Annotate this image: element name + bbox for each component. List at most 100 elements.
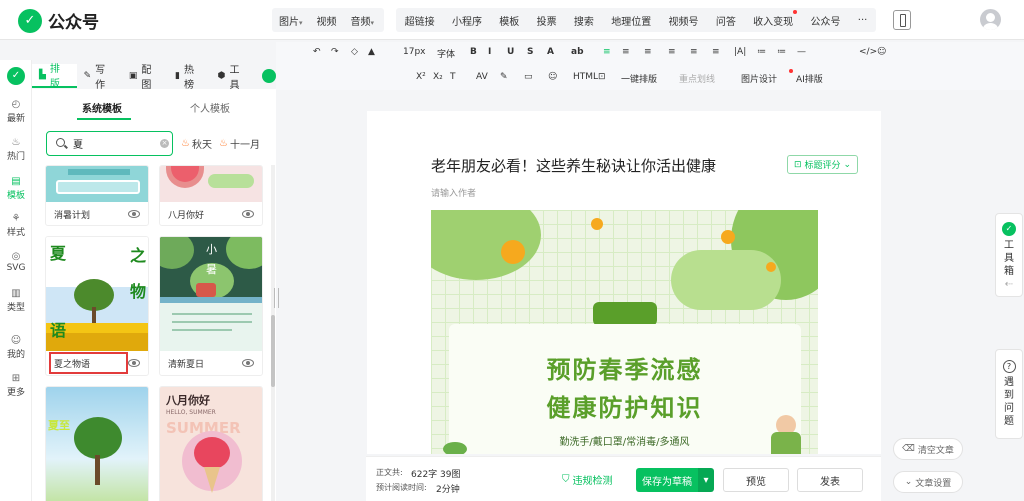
tab-personal-templates[interactable]: 个人模板: [190, 100, 230, 115]
toolbar-tool-row2-11[interactable]: 图片设计: [741, 72, 777, 85]
toolbar-tool-5[interactable]: 字体: [437, 47, 455, 60]
tab-3[interactable]: ▮ 热榜: [168, 64, 211, 91]
toolbar-tool-22[interactable]: </>: [859, 47, 877, 57]
toolbar-tool-10[interactable]: A: [547, 47, 554, 57]
toolbar-tool-row2-6[interactable]: ☺: [548, 72, 557, 82]
toolbar-tool-1[interactable]: ↷: [331, 47, 339, 57]
nav-feature-8[interactable]: 收入变现: [746, 9, 800, 28]
violation-check-button[interactable]: ⛉ 违规检测: [562, 472, 613, 487]
template-search-box[interactable]: ×: [46, 131, 173, 156]
nav-feature-7[interactable]: 问答: [709, 13, 743, 28]
rail-item-6[interactable]: ☺ 我的: [0, 334, 32, 360]
toolbar-tool-20[interactable]: ≔: [777, 47, 786, 57]
clear-article-button[interactable]: ⌫ 清空文章: [893, 438, 963, 460]
panel-resize-handle[interactable]: [274, 288, 279, 308]
toolbar-tool-8[interactable]: U: [507, 47, 514, 57]
eye-icon[interactable]: [128, 210, 140, 218]
rail-item-2[interactable]: ▤ 模板: [0, 175, 32, 201]
toolbar-tool-9[interactable]: S: [527, 47, 533, 57]
toolbox-panel-button[interactable]: ✓ 工 具 箱 ⇠: [995, 213, 1023, 297]
toolbar-tool-7[interactable]: I: [488, 47, 491, 57]
toolbar-tool-21[interactable]: —: [797, 47, 806, 57]
help-panel-button[interactable]: ? 遇 到 问 题: [995, 349, 1023, 439]
rail-item-5[interactable]: ▥ 类型: [0, 287, 32, 313]
title-score-button[interactable]: ⊡ 标题评分 ⌄: [787, 155, 858, 174]
preview-button[interactable]: 预览: [723, 468, 789, 492]
toolbar-tool-row2-12[interactable]: AI排版: [796, 72, 823, 85]
toolbar-tool-12[interactable]: ≡: [603, 47, 611, 57]
eye-icon[interactable]: [242, 210, 254, 218]
rail-logo-icon[interactable]: ✓: [7, 67, 25, 85]
nav-feature-6[interactable]: 视频号: [662, 13, 706, 28]
template-card[interactable]: 消暑计划: [45, 165, 149, 226]
template-card[interactable]: 夏至: [45, 386, 149, 501]
article-title[interactable]: 老年朋友必看！这些养生秘诀让你活出健康: [431, 155, 716, 176]
toolbar-tool-row2-8[interactable]: ⊡: [598, 72, 606, 82]
toolbar-tool-17[interactable]: ≡: [712, 47, 720, 57]
toolbar-tool-row2-9[interactable]: 一键排版: [621, 72, 657, 85]
nav-more-icon[interactable]: ···: [851, 15, 875, 26]
eye-icon[interactable]: [128, 359, 140, 367]
toolbar-tool-row2-10[interactable]: 重点划线: [679, 72, 715, 85]
article-poster-image[interactable]: 预防春季流感 健康防护知识 勤洗手/戴口罩/常消毒/多通风: [431, 210, 818, 454]
save-options-dropdown[interactable]: ▾: [698, 468, 714, 492]
template-card[interactable]: SUNFLOWER 夏 之 物 语 夏 之物语: [45, 236, 149, 376]
toolbar-tool-11[interactable]: ab: [571, 47, 584, 57]
toolbar-tool-row2-5[interactable]: ▭: [524, 72, 533, 82]
toolbar-tool-row2-4[interactable]: ✎: [500, 72, 508, 82]
author-field[interactable]: 请输入作者: [431, 186, 476, 199]
toolbar-tool-row2-2[interactable]: T: [450, 72, 456, 82]
toolbar-tool-23[interactable]: ☺: [877, 47, 886, 57]
toolbar-tool-3[interactable]: ▲: [368, 47, 375, 57]
avatar[interactable]: [980, 9, 1001, 30]
toolbar-tool-19[interactable]: ≔: [757, 47, 766, 57]
toggle-switch[interactable]: [262, 69, 276, 83]
toolbar-tool-row2-0[interactable]: X²: [416, 72, 426, 82]
toolbar-tool-2[interactable]: ◇: [351, 47, 358, 57]
article-settings-button[interactable]: ⌄ 文章设置: [893, 471, 963, 493]
search-input[interactable]: [73, 136, 153, 151]
nav-feature-3[interactable]: 投票: [530, 13, 564, 28]
toolbar-tool-14[interactable]: ≡: [644, 47, 652, 57]
tab-system-templates[interactable]: 系统模板: [82, 100, 122, 115]
rail-item-1[interactable]: ♨ 热门: [0, 136, 32, 162]
mobile-preview-icon[interactable]: [893, 10, 911, 30]
nav-media-2[interactable]: 音频▾: [344, 13, 382, 28]
save-draft-button[interactable]: 保存为草稿: [636, 468, 698, 492]
rail-item-7[interactable]: ⊞ 更多: [0, 372, 32, 398]
template-card[interactable]: 小 暑 清新夏日: [159, 236, 263, 376]
clear-icon[interactable]: ×: [160, 139, 169, 148]
tab-2[interactable]: ▣ 配图: [122, 64, 168, 91]
hot-tag-autumn[interactable]: ♨ 秋天: [181, 136, 212, 151]
toolbar-tool-row2-7[interactable]: HTML: [573, 72, 598, 82]
nav-feature-1[interactable]: 小程序: [445, 13, 489, 28]
tab-4[interactable]: ⬢ 工具: [211, 64, 257, 91]
rail-item-4[interactable]: ◎ SVG: [0, 250, 32, 273]
toolbar-tool-4[interactable]: 17px: [403, 47, 426, 57]
toolbar-tool-13[interactable]: ≡: [622, 47, 630, 57]
toolbar-tool-row2-3[interactable]: AV: [476, 72, 488, 82]
template-card[interactable]: 八月你好 HELLO, SUMMER SUMMER: [159, 386, 263, 501]
toolbar-tool-16[interactable]: ≡: [690, 47, 698, 57]
publish-button[interactable]: 发表: [797, 468, 863, 492]
nav-media-1[interactable]: 视频: [310, 13, 344, 28]
toolbar-tool-6[interactable]: B: [470, 47, 477, 57]
template-card[interactable]: 八月你好: [159, 165, 263, 226]
tab-0[interactable]: ▙ 排版: [32, 64, 77, 90]
tab-1[interactable]: ✎ 写作: [77, 64, 122, 91]
scrollbar-thumb[interactable]: [271, 315, 275, 387]
toolbar-tool-0[interactable]: ↶: [313, 47, 321, 57]
nav-feature-0[interactable]: 超链接: [398, 13, 442, 28]
eye-icon[interactable]: [242, 359, 254, 367]
rail-item-0[interactable]: ◴ 最新: [0, 98, 32, 124]
nav-feature-9[interactable]: 公众号: [803, 13, 847, 28]
nav-media-0[interactable]: 图片▾: [272, 13, 310, 28]
nav-feature-4[interactable]: 搜索: [567, 13, 601, 28]
toolbar-tool-row2-1[interactable]: X₂: [433, 72, 443, 82]
toolbar-tool-18[interactable]: |A|: [734, 47, 746, 57]
hot-tag-november[interactable]: ♨ 十一月: [219, 136, 260, 151]
app-logo[interactable]: ✓ 公众号: [18, 8, 99, 33]
toolbar-tool-15[interactable]: ≡: [668, 47, 676, 57]
rail-item-3[interactable]: ⚘ 样式: [0, 212, 32, 238]
nav-feature-5[interactable]: 地理位置: [604, 13, 658, 28]
